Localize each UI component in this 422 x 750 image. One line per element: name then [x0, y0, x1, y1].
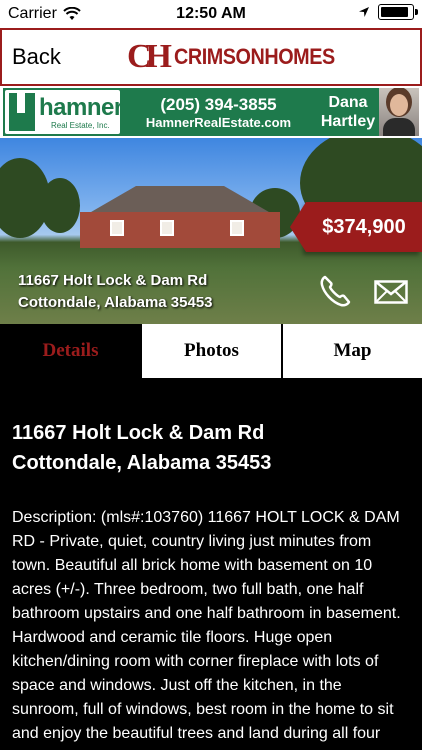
- house-roof: [87, 186, 273, 214]
- house-window: [230, 220, 244, 236]
- listing-photo[interactable]: $374,900 11667 Holt Lock & Dam Rd Cotton…: [0, 138, 422, 324]
- brokerage-sub: Real Estate, Inc.: [51, 121, 110, 130]
- nav-bar: Back CH CRIMSONHOMES: [0, 28, 422, 86]
- status-right: [358, 4, 418, 20]
- agent-banner-inner: hamner Real Estate, Inc. (205) 394-3855 …: [3, 88, 419, 136]
- details-address-line2: Cottondale, Alabama 35453: [12, 452, 272, 474]
- agent-name: Dana Hartley: [317, 93, 379, 131]
- details-address: 11667 Holt Lock & Dam Rd Cottondale, Ala…: [12, 418, 271, 478]
- hamner-h-icon: [9, 93, 35, 131]
- back-button[interactable]: Back: [12, 44, 61, 70]
- photo-address: 11667 Holt Lock & Dam Rd Cottondale, Ala…: [18, 270, 213, 314]
- listing-description: Description: (mls#:103760) 11667 HOLT LO…: [12, 509, 401, 750]
- agent-last-name: Hartley: [320, 113, 376, 130]
- tab-photos[interactable]: Photos: [141, 324, 281, 378]
- brokerage-logo: hamner Real Estate, Inc.: [5, 90, 123, 134]
- logo-monogram: CH: [127, 38, 172, 75]
- status-bar: Carrier 12:50 AM: [0, 0, 422, 28]
- agent-contact: (205) 394-3855 HamnerRealEstate.com: [120, 95, 317, 130]
- photo-house: [70, 186, 290, 248]
- agent-website[interactable]: HamnerRealEstate.com: [120, 115, 317, 130]
- details-address-line1: 11667 Holt Lock & Dam Rd: [12, 422, 265, 444]
- listing-tabs: Details Photos Map: [0, 324, 422, 378]
- battery-fill: [381, 7, 408, 17]
- brokerage-name: hamner: [39, 94, 123, 121]
- photo-address-line1: 11667 Holt Lock & Dam Rd: [18, 272, 208, 289]
- photo-address-line2: Cottondale, Alabama 35453: [18, 294, 213, 311]
- battery-icon: [378, 4, 418, 20]
- tab-map[interactable]: Map: [281, 324, 422, 378]
- agent-banner[interactable]: hamner Real Estate, Inc. (205) 394-3855 …: [0, 86, 422, 138]
- crimson-homes-logo: CH CRIMSONHOMES: [127, 38, 353, 76]
- agent-phone[interactable]: (205) 394-3855: [120, 95, 317, 115]
- agent-first-name: Dana: [328, 94, 368, 111]
- mail-icon[interactable]: [374, 280, 408, 304]
- details-panel[interactable]: 11667 Holt Lock & Dam Rd Cottondale, Ala…: [0, 378, 422, 750]
- house-window: [110, 220, 124, 236]
- phone-icon[interactable]: [318, 274, 352, 308]
- agent-photo: [379, 88, 419, 136]
- house-window: [160, 220, 174, 236]
- price-tag: $374,900: [290, 202, 422, 252]
- logo-text: CRIMSONHOMES: [174, 44, 335, 69]
- location-arrow-icon: [359, 7, 369, 17]
- tab-details[interactable]: Details: [0, 324, 141, 378]
